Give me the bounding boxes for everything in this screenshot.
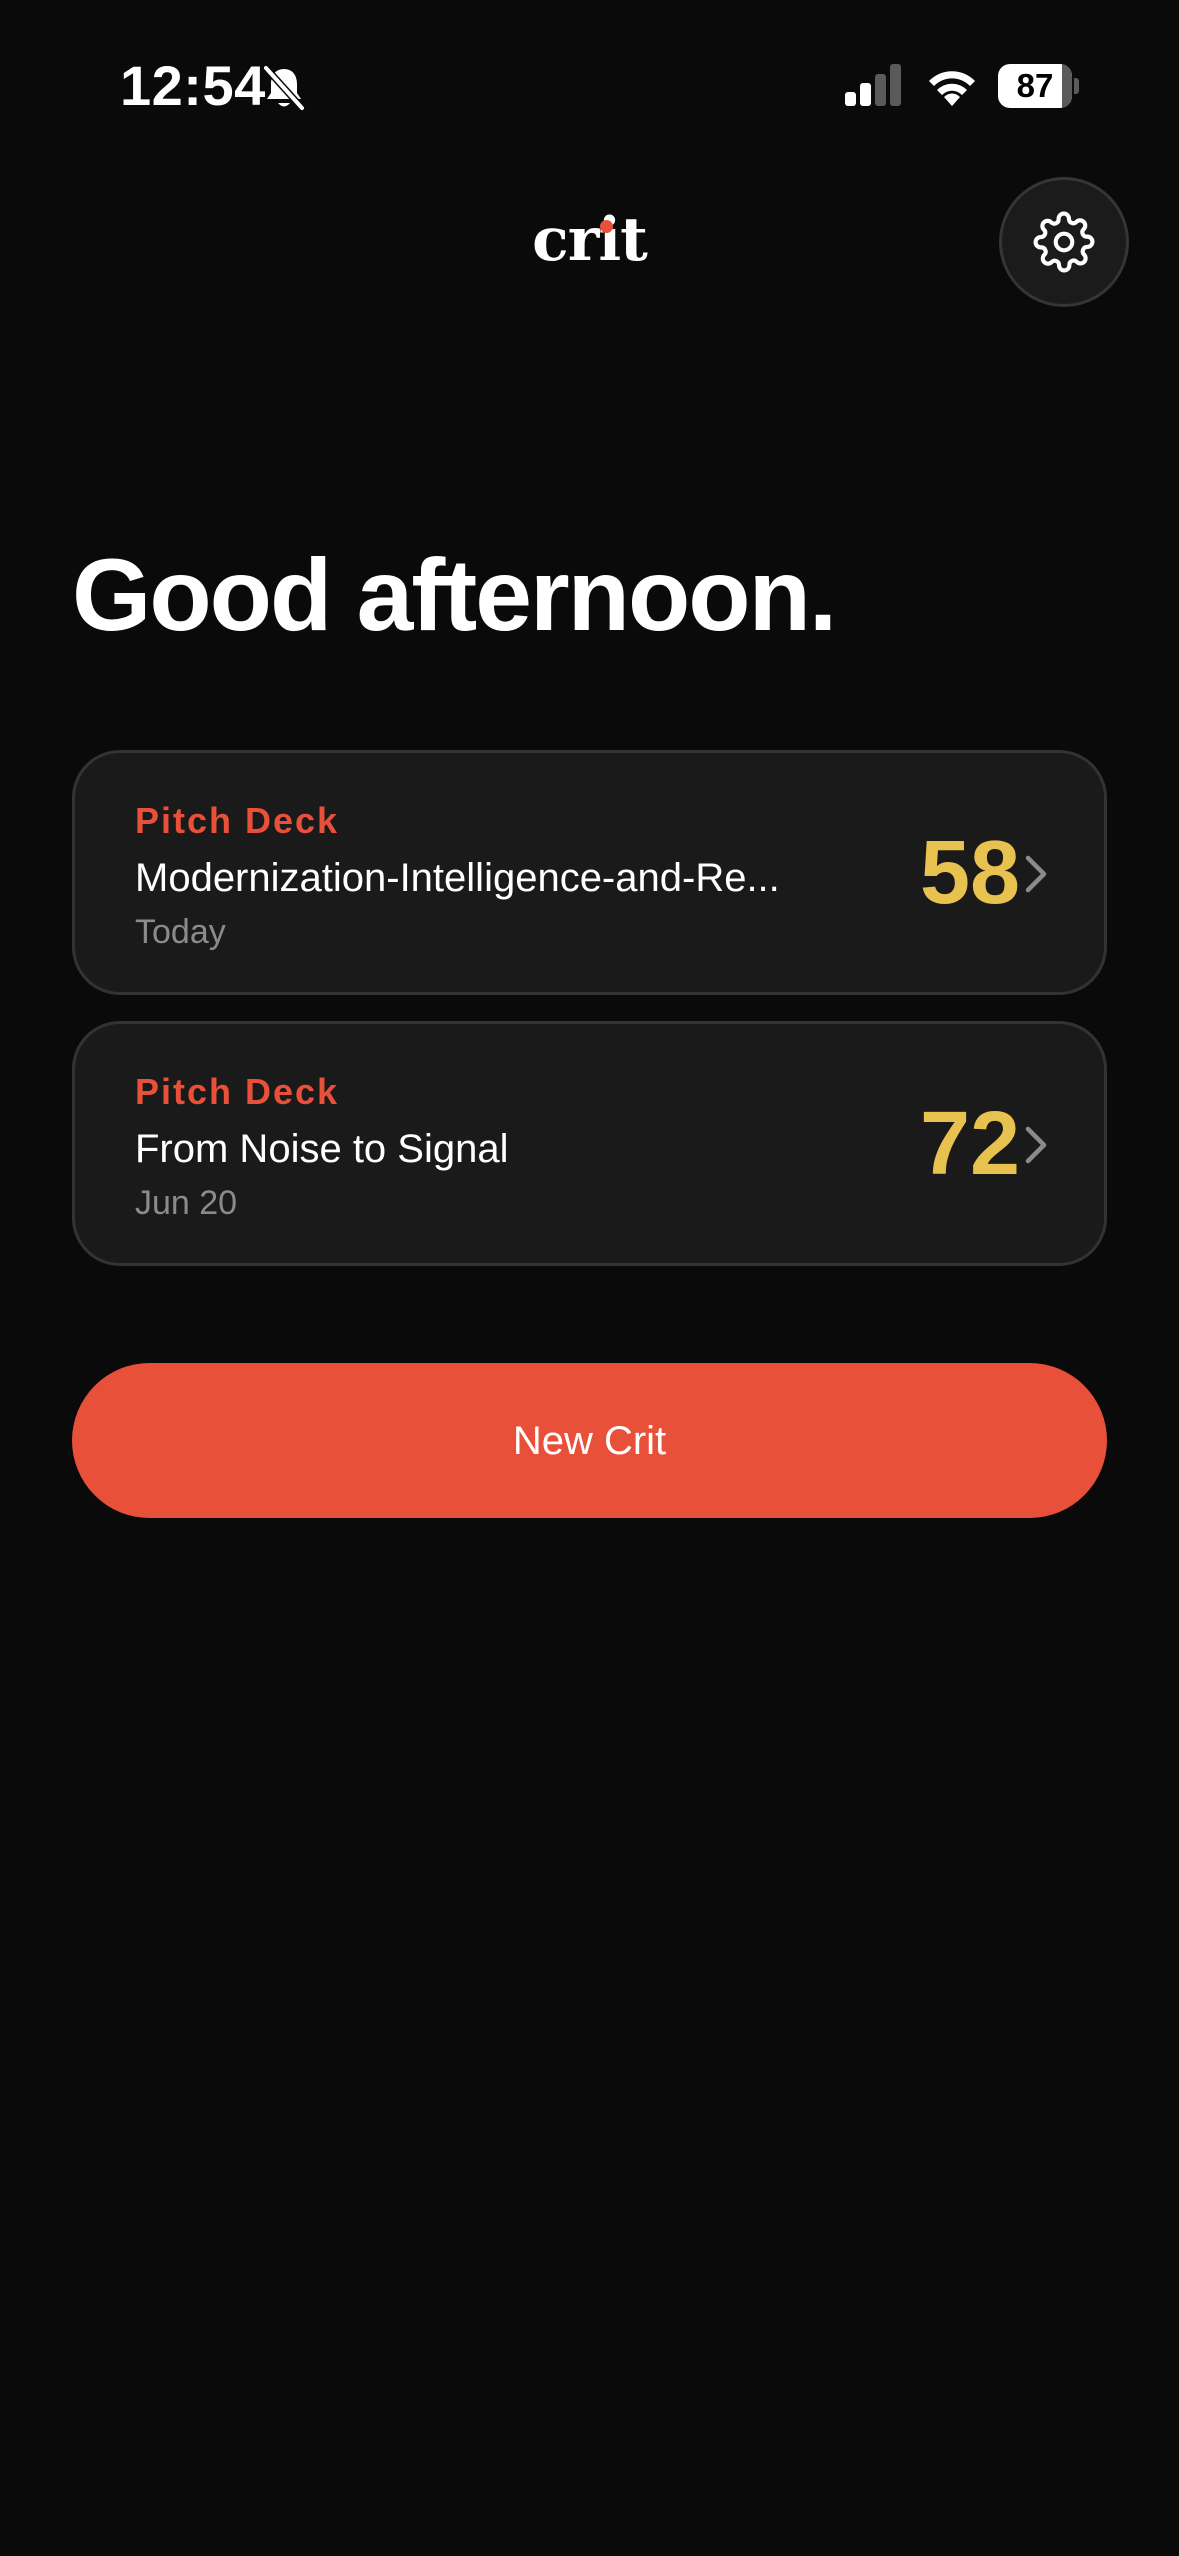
greeting-title: Good afternoon. <box>72 538 837 652</box>
new-crit-button[interactable]: New Crit <box>72 1363 1107 1518</box>
crit-title: From Noise to Signal <box>135 1127 509 1171</box>
battery-icon: 87 <box>998 64 1079 108</box>
crit-card[interactable]: Pitch Deck From Noise to Signal Jun 20 7… <box>72 1021 1107 1266</box>
status-bar: 12:54 87 <box>0 0 1179 175</box>
battery-body: 87 <box>998 64 1072 108</box>
battery-level: 87 <box>1016 67 1054 104</box>
chevron-right-icon <box>1025 855 1047 893</box>
crit-category: Pitch Deck <box>135 1071 340 1112</box>
chevron-right-icon <box>1025 1126 1047 1164</box>
wifi-icon <box>929 71 975 106</box>
crit-date: Jun 20 <box>135 1184 238 1222</box>
bell-slash-icon <box>262 64 306 112</box>
gear-icon <box>1033 211 1095 273</box>
settings-button[interactable] <box>999 177 1129 307</box>
new-crit-label: New Crit <box>512 1418 667 1463</box>
signal-icon <box>845 64 901 106</box>
crit-category: Pitch Deck <box>135 800 340 841</box>
crit-title: Modernization-Intelligence-and-Re... <box>135 856 780 900</box>
crit-list: Pitch Deck Modernization-Intelligence-an… <box>72 750 1107 1292</box>
crit-card[interactable]: Pitch Deck Modernization-Intelligence-an… <box>72 750 1107 995</box>
crit-date: Today <box>135 913 226 951</box>
status-time: 12:54 <box>120 54 266 117</box>
logo-dot <box>600 220 613 233</box>
battery-nub <box>1074 78 1079 94</box>
